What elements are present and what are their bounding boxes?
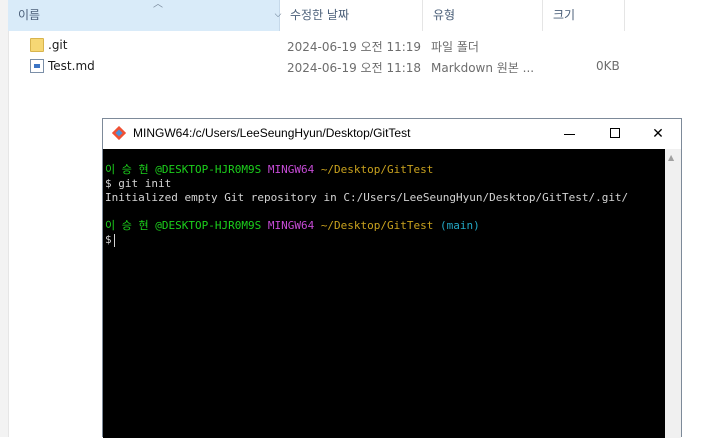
prompt-path: ~/Desktop/GitTest [320, 219, 434, 232]
close-icon: ✕ [652, 126, 664, 142]
output-line-1: Initialized empty Git repository in C:/U… [105, 191, 629, 204]
file-row-test-md[interactable]: Test.md 2024-06-19 오전 11:18 Markdown 원본 … [8, 56, 708, 77]
command-line-2[interactable]: $ [105, 233, 115, 247]
prompt-branch: (main) [440, 219, 480, 232]
file-size: 0KB [596, 59, 620, 73]
prompt-symbol: $ [105, 233, 112, 246]
file-date: 2024-06-19 오전 11:19 [287, 40, 422, 54]
column-header-date-label: 수정한 날짜 [290, 8, 350, 22]
file-type: Markdown 원본 ... [431, 61, 535, 75]
maximize-icon [610, 128, 620, 138]
folder-icon [30, 38, 44, 52]
prompt-env: MINGW64 [267, 163, 315, 176]
maximize-button[interactable] [593, 119, 639, 149]
git-bash-icon [112, 126, 126, 140]
column-header-size-label: 크기 [553, 8, 576, 22]
close-button[interactable]: ✕ [635, 119, 681, 149]
column-header-type-label: 유형 [433, 8, 456, 22]
file-name: Test.md [48, 59, 95, 73]
markdown-file-icon [30, 59, 44, 73]
prompt-env: MINGW64 [267, 219, 315, 232]
file-row-git[interactable]: .git 2024-06-19 오전 11:19 파일 폴더 [8, 35, 708, 56]
prompt-path: ~/Desktop/GitTest [320, 163, 434, 176]
scroll-up-icon[interactable]: ▲ [668, 153, 674, 162]
sort-ascending-icon: ︿ [153, 0, 163, 10]
command-line-1: $ git init [105, 177, 172, 190]
column-header-date[interactable]: 수정한 날짜 [280, 0, 423, 31]
file-type: 파일 폴더 [431, 40, 479, 54]
column-header-type[interactable]: 유형 [423, 0, 543, 31]
column-header-size[interactable]: 크기 [543, 0, 625, 31]
terminal-console[interactable]: 이 승 현 @DESKTOP-HJR0M9S MINGW64 ~/Desktop… [103, 149, 665, 438]
file-date: 2024-06-19 오전 11:18 [287, 61, 422, 75]
prompt-user: 이 승 현 @DESKTOP-HJR0M9S [105, 163, 262, 176]
prompt-line-1: 이 승 현 @DESKTOP-HJR0M9S MINGW64 ~/Desktop… [105, 163, 433, 177]
terminal-titlebar[interactable]: MINGW64:/c/Users/LeeSeungHyun/Desktop/Gi… [103, 119, 681, 149]
file-name: .git [48, 38, 68, 52]
minimize-button[interactable] [547, 119, 593, 149]
prompt-line-2: 이 승 현 @DESKTOP-HJR0M9S MINGW64 ~/Desktop… [105, 219, 480, 233]
terminal-window[interactable]: MINGW64:/c/Users/LeeSeungHyun/Desktop/Gi… [102, 118, 682, 438]
terminal-title: MINGW64:/c/Users/LeeSeungHyun/Desktop/Gi… [133, 126, 411, 140]
text-cursor [113, 233, 115, 247]
column-header-name-label: 이름 [18, 8, 41, 22]
minimize-icon [564, 134, 575, 135]
terminal-scrollbar[interactable]: ▲ [665, 149, 681, 438]
prompt-user: 이 승 현 @DESKTOP-HJR0M9S [105, 219, 262, 232]
column-header-name[interactable]: 이름 ︿ ⌵ [8, 0, 281, 31]
